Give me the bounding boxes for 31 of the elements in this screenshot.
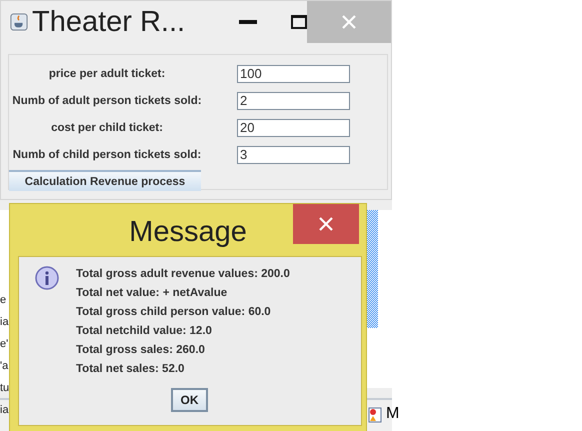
input-field[interactable]: 20: [237, 118, 350, 136]
text-fragment: e: [0, 293, 8, 308]
input-field[interactable]: 100: [237, 64, 350, 82]
message-line: Total net value: + netAvalue: [76, 286, 228, 301]
text-fragment: tu: [0, 381, 10, 396]
field-label: Numb of adult person tickets sold:: [11, 94, 203, 106]
calculate-button[interactable]: Calculation Revenue process: [9, 170, 201, 191]
taskbar-label: M: [386, 405, 400, 423]
message-line: Total gross child person value: 60.0: [76, 305, 272, 320]
close-icon: [341, 14, 358, 30]
field-label: cost per child ticket:: [50, 122, 164, 134]
text-fragment: ia: [0, 315, 10, 330]
message-line: Total netchild value: 12.0: [76, 324, 213, 339]
close-button[interactable]: [293, 204, 359, 244]
dialog-title: Message: [128, 215, 248, 250]
java-cup-icon: [10, 12, 28, 32]
text-fragment: 'a: [0, 359, 10, 374]
close-icon: [318, 216, 334, 232]
window-title: Theater R...: [32, 5, 186, 39]
minimize-icon[interactable]: [238, 20, 257, 24]
field-label: price per adult ticket:: [48, 68, 166, 80]
text-fragment: ia: [0, 403, 10, 418]
message-line: Total gross adult revenue values: 200.0: [76, 267, 290, 282]
app-icon[interactable]: [368, 407, 382, 423]
message-line: Total gross sales: 260.0: [76, 343, 206, 358]
input-field[interactable]: 3: [237, 146, 350, 164]
message-line: Total net sales: 52.0: [76, 362, 186, 377]
text-fragment: e': [0, 337, 10, 352]
field-label: Numb of child person tickets sold:: [12, 148, 202, 160]
ok-button[interactable]: OK: [171, 388, 208, 412]
input-field[interactable]: 2: [237, 92, 350, 110]
